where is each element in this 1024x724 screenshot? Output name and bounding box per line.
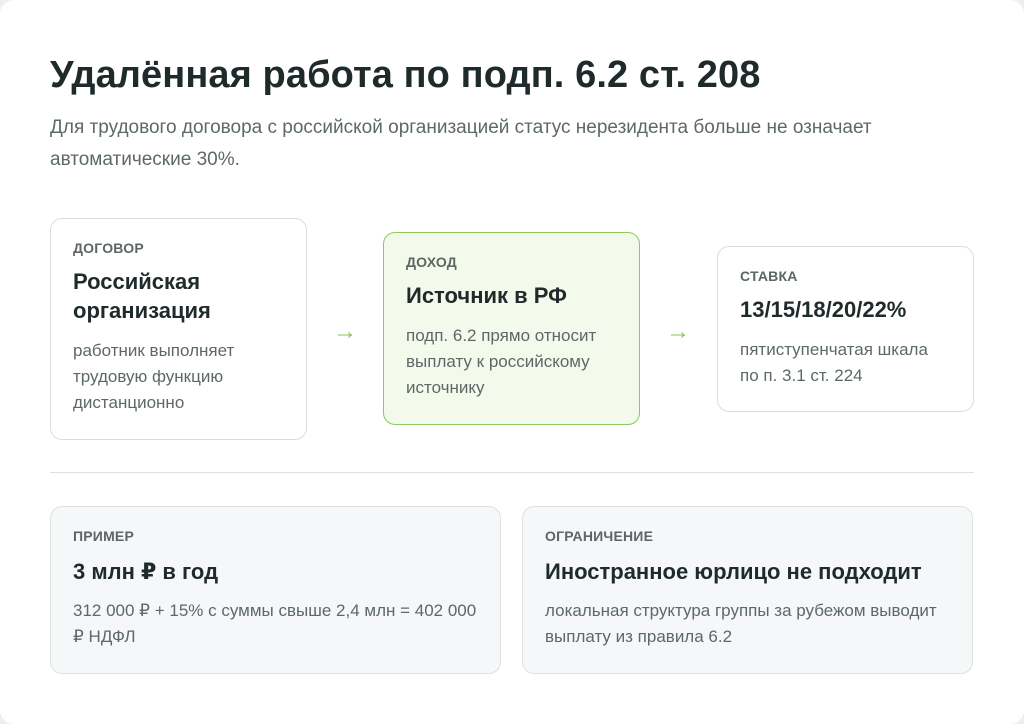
contract-box: ДОГОВОР Российская организация работник … — [50, 218, 307, 440]
contract-heading: Российская организация — [73, 269, 211, 323]
page-subtitle: Для трудового договора с российской орга… — [50, 117, 872, 170]
contract-description: работник выполняет трудовую функцию дист… — [73, 341, 235, 412]
example-description: 312 000 ₽ + 15% с суммы свыше 2,4 млн = … — [73, 601, 477, 646]
section-divider — [50, 472, 974, 473]
rate-box: СТАВКА 13/15/18/20/22% пятиступенчатая ш… — [717, 246, 974, 412]
limitation-label: ОГРАНИЧЕНИЕ — [545, 528, 654, 544]
income-heading: Источник в РФ — [406, 283, 567, 308]
arrow-right-icon: → — [333, 318, 357, 345]
income-box: ДОХОД Источник в РФ подп. 6.2 прямо отно… — [383, 232, 640, 425]
example-heading: 3 млн ₽ в год — [73, 559, 219, 584]
rate-description: пятиступенчатая шкала по п. 3.1 ст. 224 — [740, 340, 928, 385]
limitation-description: локальная структура группы за рубежом вы… — [545, 601, 937, 646]
arrow-right-icon: → — [666, 318, 690, 345]
limitation-box: ОГРАНИЧЕНИЕ Иностранное юрлицо не подход… — [522, 506, 973, 674]
infographic-card: Удалённая работа по подп. 6.2 ст. 208 Дл… — [0, 0, 1024, 724]
limitation-heading: Иностранное юрлицо не подходит — [545, 559, 922, 584]
example-box: ПРИМЕР 3 млн ₽ в год 312 000 ₽ + 15% с с… — [50, 506, 501, 674]
contract-label: ДОГОВОР — [73, 240, 144, 256]
income-label: ДОХОД — [406, 254, 457, 270]
example-label: ПРИМЕР — [73, 528, 135, 544]
rate-heading: 13/15/18/20/22% — [740, 297, 907, 322]
page-title: Удалённая работа по подп. 6.2 ст. 208 — [50, 54, 761, 96]
income-description: подп. 6.2 прямо относит выплату к россий… — [406, 326, 597, 397]
rate-label: СТАВКА — [740, 268, 798, 284]
